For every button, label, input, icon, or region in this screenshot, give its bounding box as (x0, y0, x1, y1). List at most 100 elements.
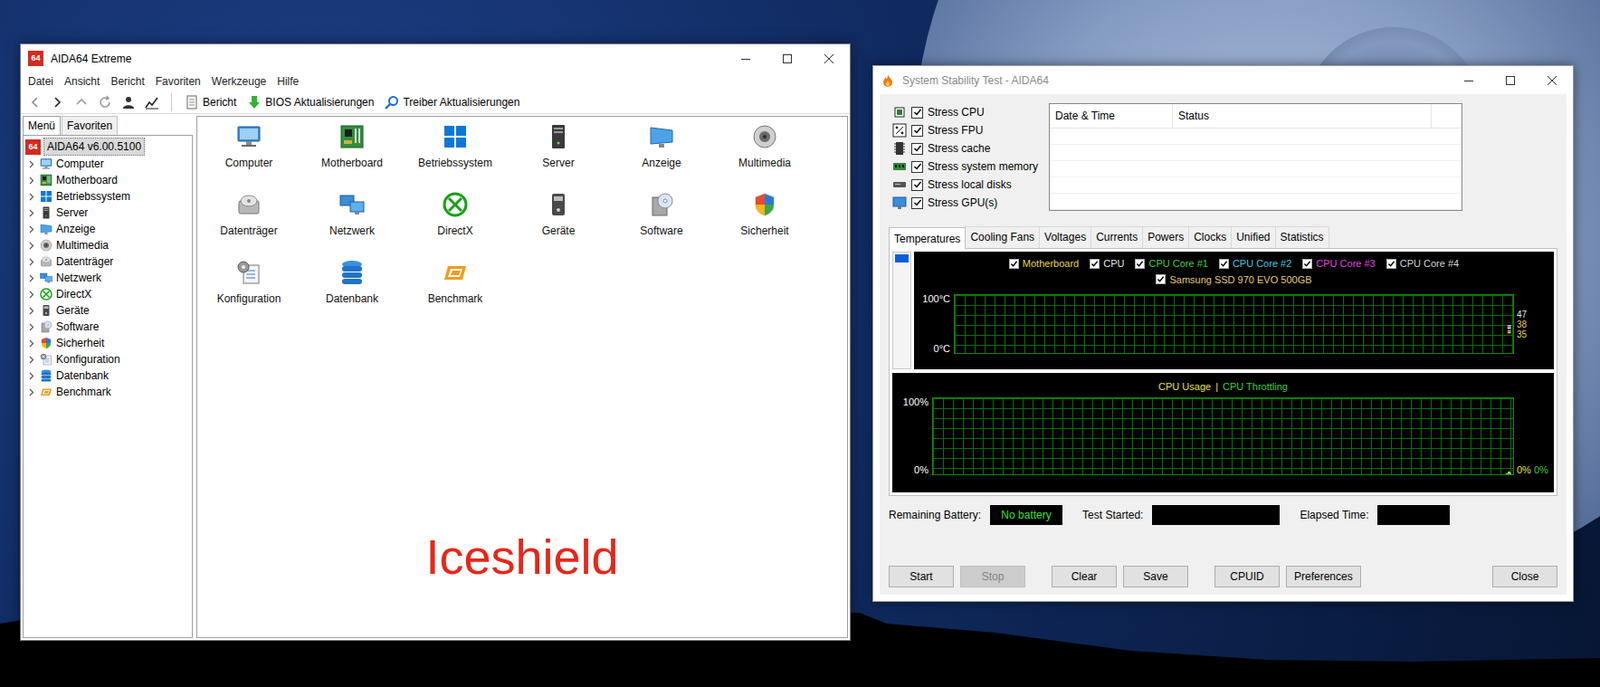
legend-item[interactable]: Samsung SSD 970 EVO 500GB (1155, 272, 1312, 288)
tree-item[interactable]: Anzeige (25, 220, 191, 238)
legend-item[interactable]: CPU Core #3 (1302, 256, 1375, 272)
close-button[interactable] (1531, 66, 1573, 95)
tree-item[interactable]: Benchmark (25, 383, 191, 400)
checkbox[interactable] (911, 179, 924, 191)
category-item[interactable]: Benchmark (403, 257, 507, 326)
tree-item[interactable]: Netzwerk (25, 269, 191, 286)
tree-item[interactable]: Motherboard (25, 171, 191, 189)
tab[interactable]: Cooling Fans (964, 226, 1040, 248)
close-button[interactable] (808, 44, 850, 73)
checkbox[interactable] (1089, 258, 1100, 269)
category-item[interactable]: Betriebssystem (403, 122, 507, 191)
tree-item[interactable]: Sicherheit (25, 334, 191, 352)
magnifier-icon (384, 95, 400, 110)
checkbox[interactable] (1302, 258, 1313, 269)
tree-root[interactable]: 64AIDA64 v6.00.5100 (25, 137, 191, 156)
category-item[interactable]: Anzeige (609, 122, 714, 191)
checkbox[interactable] (1009, 258, 1020, 269)
chart-readings: 473835 (1514, 294, 1554, 354)
tab[interactable]: Currents (1090, 226, 1143, 248)
category-item[interactable]: Datenträger (197, 190, 301, 258)
checkbox[interactable] (1134, 258, 1145, 269)
action-button[interactable]: Close (1492, 565, 1558, 588)
action-button[interactable]: Start (888, 565, 954, 588)
category-item[interactable]: Server (506, 122, 610, 191)
maximize-button[interactable] (766, 44, 809, 73)
tree-item[interactable]: Computer (25, 155, 191, 172)
checkbox[interactable] (1219, 258, 1229, 269)
category-item[interactable]: Software (609, 190, 714, 258)
category-item[interactable]: Geräte (506, 190, 610, 258)
tab[interactable]: Powers (1142, 226, 1190, 248)
stress-option[interactable]: Stress CPU (892, 103, 1039, 122)
tab[interactable]: Statistics (1275, 226, 1330, 248)
stress-option[interactable]: Stress GPU(s) (892, 193, 1039, 212)
minimize-button[interactable] (724, 44, 767, 73)
maximize-button[interactable] (1489, 66, 1532, 95)
toolbar-button[interactable] (24, 92, 45, 113)
toolbar-button[interactable] (47, 92, 68, 113)
toolbar-button[interactable] (71, 92, 92, 113)
action-button[interactable]: Clear (1051, 565, 1117, 588)
menu-item[interactable]: Hilfe (271, 72, 305, 91)
checkbox[interactable] (1386, 258, 1397, 269)
reading: 47 (1516, 309, 1554, 320)
category-item[interactable]: Motherboard (300, 122, 404, 191)
category-item[interactable]: Konfiguration (197, 257, 301, 326)
category-item[interactable]: Sicherheit (713, 190, 817, 258)
tree-item[interactable]: Konfiguration (25, 351, 191, 368)
sidebar-tab[interactable]: Menü (22, 115, 61, 135)
category-item[interactable]: Netzwerk (300, 190, 404, 258)
tab[interactable]: Clocks (1188, 226, 1232, 248)
stress-option[interactable]: Stress cache (892, 139, 1039, 158)
menu-item[interactable]: Werkzeuge (206, 72, 272, 91)
category-item[interactable]: Multimedia (713, 122, 817, 191)
legend-item[interactable]: Motherboard (1009, 256, 1079, 272)
legend-item[interactable]: CPU Core #1 (1134, 256, 1208, 272)
stress-option[interactable]: Stress FPU (892, 121, 1039, 140)
legend-item[interactable]: CPU Usage (1158, 379, 1211, 395)
toolbar-button[interactable]: BIOS Aktualisierungen (243, 93, 378, 112)
category-item[interactable]: Computer (197, 122, 301, 191)
toolbar-button[interactable]: Bericht (180, 93, 240, 112)
legend-item[interactable]: CPU (1089, 256, 1124, 272)
tree-item[interactable]: DirectX (25, 285, 191, 303)
stress-option[interactable]: Stress system memory (892, 157, 1039, 176)
tree-item[interactable]: Software (25, 318, 191, 335)
tree-item[interactable]: Betriebssystem (25, 188, 191, 205)
sidebar-tab[interactable]: Favoriten (61, 115, 118, 135)
menu-item[interactable]: Datei (22, 72, 59, 91)
menu-item[interactable]: Ansicht (58, 72, 105, 91)
legend-item[interactable]: CPU Core #2 (1219, 256, 1292, 272)
tree-item[interactable]: Geräte (25, 302, 191, 319)
tab[interactable]: Voltages (1038, 226, 1092, 248)
stress-option[interactable]: Stress local disks (892, 175, 1039, 194)
tree-item[interactable]: Server (25, 204, 191, 221)
category-item[interactable]: Datenbank (300, 257, 404, 326)
checkbox[interactable] (911, 124, 924, 137)
toolbar-button[interactable] (142, 92, 162, 113)
menu-item[interactable]: Favoriten (150, 72, 207, 91)
tree-item[interactable]: Datenbank (25, 367, 191, 384)
sensor-scroll[interactable] (892, 251, 912, 370)
tab[interactable]: Unified (1230, 226, 1276, 248)
tree-item[interactable]: Datenträger (25, 253, 191, 270)
action-button[interactable]: Preferences (1285, 565, 1362, 588)
action-button[interactable]: CPUID (1214, 565, 1280, 588)
toolbar-button[interactable]: Treiber Aktualisierungen (380, 93, 524, 112)
tab[interactable]: Temperatures (888, 227, 966, 249)
menu-item[interactable]: Bericht (104, 72, 150, 91)
checkbox[interactable] (911, 161, 924, 173)
checkbox[interactable] (911, 197, 924, 210)
tree-item[interactable]: Multimedia (25, 237, 191, 254)
checkbox[interactable] (911, 142, 924, 155)
toolbar-button[interactable] (95, 92, 115, 113)
legend-item[interactable]: CPU Core #4 (1386, 256, 1459, 272)
checkbox[interactable] (911, 106, 924, 119)
minimize-button[interactable] (1447, 66, 1490, 95)
checkbox[interactable] (1155, 274, 1166, 285)
legend-item[interactable]: CPU Throttling (1222, 379, 1288, 395)
toolbar-button[interactable] (118, 92, 139, 113)
action-button[interactable]: Save (1123, 565, 1189, 588)
category-item[interactable]: DirectX (403, 190, 507, 258)
